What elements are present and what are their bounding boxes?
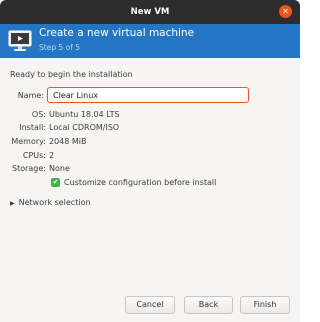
memory-label: Memory:: [11, 137, 46, 146]
window-title: New VM: [130, 7, 170, 17]
install-value: Local CDROM/ISO: [49, 123, 120, 132]
cpus-label: CPUs:: [22, 151, 46, 160]
customize-checkbox[interactable]: ✔: [51, 178, 60, 187]
back-button[interactable]: Back: [184, 296, 233, 314]
title-bar: New VM ✕: [0, 0, 300, 24]
virtual-machine-monitor-icon: [8, 30, 32, 51]
customize-checkbox-label[interactable]: Customize configuration before install: [64, 178, 216, 187]
os-value: Ubuntu 18.04 LTS: [49, 110, 120, 119]
name-label: Name:: [17, 91, 44, 100]
os-label: OS:: [31, 110, 46, 119]
close-icon: ✕: [282, 7, 289, 16]
cancel-button[interactable]: Cancel: [125, 296, 175, 314]
storage-label: Storage:: [12, 164, 46, 173]
close-window-button[interactable]: ✕: [279, 5, 292, 18]
finish-button[interactable]: Finish: [240, 296, 290, 314]
vm-name-input[interactable]: [47, 87, 249, 103]
new-vm-dialog: New VM ✕ Create a new virtual machine St…: [0, 0, 300, 322]
expander-arrow-icon: ▶: [10, 200, 15, 207]
wizard-step-indicator: Step 5 of 5: [39, 43, 81, 52]
ready-message: Ready to begin the installation: [10, 70, 133, 79]
storage-value: None: [49, 164, 70, 173]
cpus-value: 2: [49, 151, 55, 160]
install-label: Install:: [19, 123, 46, 132]
network-selection-expander[interactable]: ▶ Network selection: [10, 198, 91, 207]
wizard-header: Create a new virtual machine Step 5 of 5: [0, 24, 300, 58]
memory-value: 2048 MiB: [49, 137, 87, 146]
checkmark-icon: ✔: [52, 178, 59, 186]
wizard-title: Create a new virtual machine: [39, 27, 195, 39]
network-selection-label: Network selection: [18, 198, 91, 207]
